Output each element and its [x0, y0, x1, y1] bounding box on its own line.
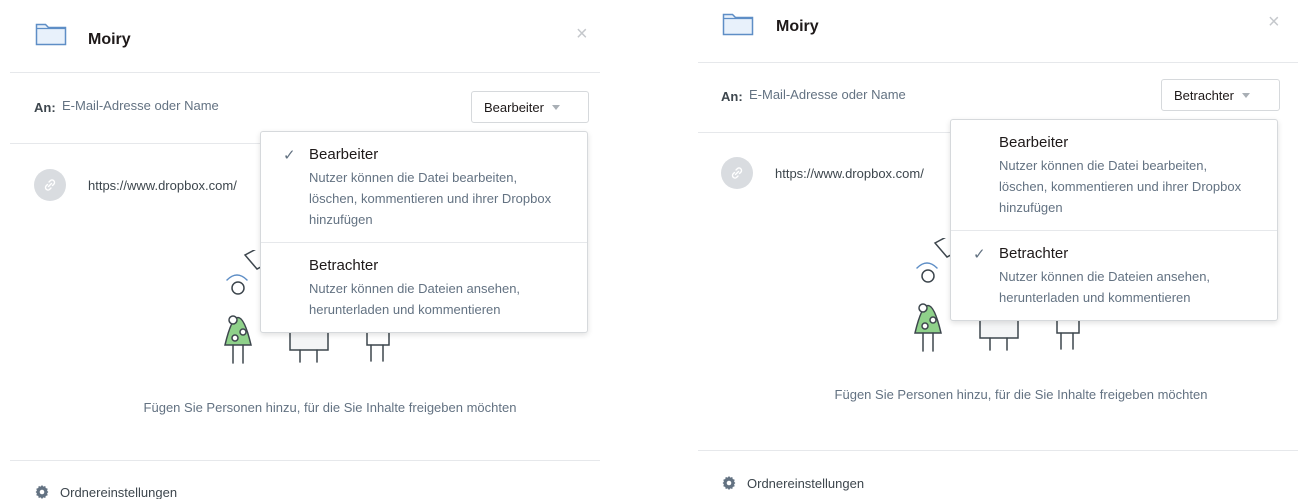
role-option-description: Nutzer können die Datei bearbeiten, lösc…	[309, 170, 552, 227]
role-dropdown-menu: ✓ Bearbeiter Nutzer können die Datei bea…	[260, 131, 588, 333]
recipient-input[interactable]	[62, 98, 292, 113]
gear-icon	[722, 476, 736, 490]
folder-settings-label: Ordnereinstellungen	[60, 484, 178, 499]
role-option-viewer[interactable]: ✓ Betrachter Nutzer können die Dateien a…	[951, 230, 1277, 320]
dialog-title: Moiry	[88, 31, 131, 48]
gear-icon	[35, 485, 49, 499]
folder-icon	[35, 20, 67, 46]
role-dropdown-menu: Bearbeiter Nutzer können die Datei bearb…	[950, 119, 1278, 321]
role-option-viewer[interactable]: Betrachter Nutzer können die Dateien ans…	[261, 242, 587, 332]
folder-settings-link[interactable]: Ordnereinstellungen	[34, 484, 177, 499]
header-divider	[10, 72, 600, 73]
role-option-editor[interactable]: Bearbeiter Nutzer können die Datei bearb…	[951, 120, 1277, 230]
share-dialog-editor: Moiry × An: Bearbeiter https://www.dropb…	[0, 0, 620, 499]
role-option-description: Nutzer können die Datei bearbeiten, lösc…	[999, 158, 1242, 215]
role-option-title: Bearbeiter	[309, 146, 379, 163]
folder-settings-label: Ordnereinstellungen	[747, 475, 865, 491]
close-icon[interactable]: ×	[1268, 12, 1280, 32]
to-divider	[698, 132, 950, 133]
share-dialog-viewer: Moiry × An: Betrachter https://www.dropb…	[688, 0, 1308, 499]
empty-state-text: Fügen Sie Personen hinzu, für die Sie In…	[143, 400, 517, 415]
to-label: An:	[721, 89, 743, 104]
to-label: An:	[34, 100, 56, 115]
role-option-title: Betrachter	[309, 257, 379, 274]
role-option-description: Nutzer können die Dateien ansehen, herun…	[999, 269, 1211, 305]
recipient-input[interactable]	[749, 87, 979, 102]
check-icon: ✓	[283, 147, 296, 164]
folder-settings-link[interactable]: Ordnereinstellungen	[721, 475, 864, 491]
share-link-url[interactable]: https://www.dropbox.com/	[775, 166, 950, 181]
footer-divider	[10, 460, 600, 461]
header-divider	[698, 62, 1298, 63]
check-icon: ✓	[973, 246, 986, 263]
footer-divider	[698, 450, 1298, 451]
role-option-editor[interactable]: ✓ Bearbeiter Nutzer können die Datei bea…	[261, 132, 587, 242]
link-icon[interactable]	[34, 169, 66, 201]
role-select-button[interactable]: Betrachter	[1161, 79, 1280, 111]
close-icon[interactable]: ×	[576, 24, 588, 44]
share-link-url[interactable]: https://www.dropbox.com/	[88, 178, 260, 193]
role-select-label: Bearbeiter	[484, 99, 544, 115]
chevron-down-icon	[551, 104, 560, 110]
role-option-title: Bearbeiter	[999, 134, 1069, 151]
role-option-description: Nutzer können die Dateien ansehen, herun…	[309, 281, 521, 317]
to-divider	[10, 143, 260, 144]
role-select-button[interactable]: Bearbeiter	[471, 91, 589, 123]
dialog-title: Moiry	[776, 18, 819, 35]
role-select-label: Betrachter	[1174, 87, 1234, 103]
role-option-title: Betrachter	[999, 245, 1069, 262]
empty-state-text: Fügen Sie Personen hinzu, für die Sie In…	[834, 387, 1208, 402]
chevron-down-icon	[1241, 92, 1250, 98]
folder-icon	[722, 10, 754, 36]
link-icon[interactable]	[721, 157, 753, 189]
